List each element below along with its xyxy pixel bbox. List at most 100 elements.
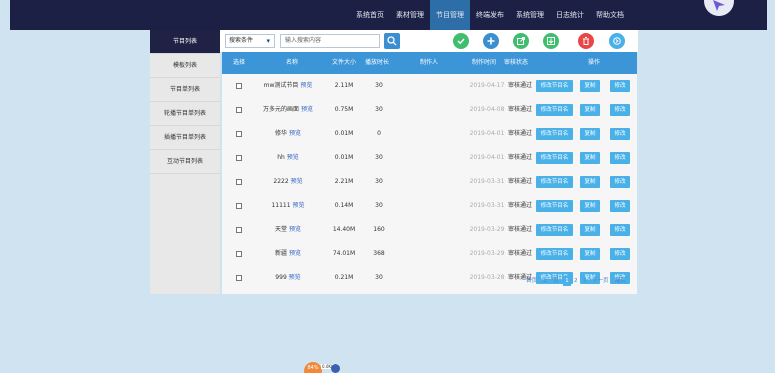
nav-programs[interactable]: 节目管理 [430,0,470,30]
nav-materials[interactable]: 素材管理 [390,0,430,30]
preview-link[interactable]: 预览 [289,130,301,137]
approve-button[interactable] [453,33,469,49]
play-duration: 30 [375,82,383,89]
review-status: 审核通过 [507,154,533,161]
preview-link[interactable]: 预览 [293,202,305,209]
modify-button[interactable]: 修改 [610,200,630,212]
pager-next[interactable]: 下一页 [592,276,609,286]
row-checkbox[interactable] [236,131,242,137]
copy-button[interactable]: 复制 [580,224,600,236]
add-icon [487,37,495,45]
table-row: 天堂 预览 14.40M 160 2019-03-29 审核通过 修改节目名 复制 修改 [222,218,637,242]
row-checkbox[interactable] [236,107,242,113]
row-checkbox[interactable] [236,251,242,257]
pager-prev[interactable]: 上一页 [542,276,559,286]
rename-program-button[interactable]: 修改节目名 [536,224,573,236]
rename-program-button[interactable]: 修改节目名 [536,248,573,260]
export-icon [517,37,525,45]
copy-button[interactable]: 复制 [580,152,600,164]
program-name: 2222 预览 [273,170,302,194]
pager-page-1[interactable]: 1 [563,276,571,286]
table-row: hh 预览 0.01M 30 2019-04-01 审核通过 修改节目名 复制 修改 [222,146,637,170]
review-status: 审核通过 [507,226,533,233]
modify-button[interactable]: 修改 [610,224,630,236]
sidebar-item-insert-playlist[interactable]: 插播节目单列表 [150,126,220,150]
modify-button[interactable]: 修改 [610,176,630,188]
nav-home[interactable]: 系统首页 [350,0,390,30]
copy-button[interactable]: 复制 [580,128,600,140]
nav-terminal-publish[interactable]: 终端发布 [470,0,510,30]
program-name-text: 新疆 [275,250,288,257]
modify-button[interactable]: 修改 [610,80,630,92]
review-status: 审核通过 [507,250,533,257]
modify-button[interactable]: 修改 [610,128,630,140]
network-monitor-widget[interactable]: 84% 0.0Kb/s [304,362,340,373]
check-icon [457,38,465,45]
row-checkbox[interactable] [236,203,242,209]
rename-program-button[interactable]: 修改节目名 [536,104,573,116]
copy-button[interactable]: 复制 [580,200,600,212]
copy-button[interactable]: 复制 [580,80,600,92]
table-header: 选择 名称 文件大小 播放时长 制作人 制作时间 审核状态 操作 [222,52,637,74]
preview-link[interactable]: 预览 [301,106,313,113]
modify-button[interactable]: 修改 [610,248,630,260]
program-name-text: 修华 [275,130,288,137]
table-row: 万多元的画面 预览 0.75M 30 2019-04-08 审核通过 修改节目名 复制 修改 [222,98,637,122]
sidebar-item-program-list[interactable]: 节目列表 [150,30,220,54]
program-table: 选择 名称 文件大小 播放时长 制作人 制作时间 审核状态 操作 mw测试节目 … [222,52,637,294]
search-button[interactable] [384,33,400,49]
preview-link[interactable]: 预览 [289,250,301,257]
program-name: 新疆 预览 [275,242,301,266]
search-condition-select[interactable]: 搜索条件 ▾ [225,34,275,48]
col-status: 审核状态 [503,59,529,66]
rename-program-button[interactable]: 修改节目名 [536,200,573,212]
import-button[interactable] [543,33,559,49]
preview-link[interactable]: 预览 [291,178,303,185]
table-row: 2222 预览 2.21M 30 2019-03-31 审核通过 修改节目名 复制 修改 [222,170,637,194]
sidebar-item-carousel-playlist[interactable]: 轮播节目单列表 [150,102,220,126]
search-input[interactable]: 输入搜索内容 [280,34,380,48]
nav-system[interactable]: 系统管理 [510,0,550,30]
copy-button[interactable]: 复制 [580,248,600,260]
sidebar-item-template-list[interactable]: 模板列表 [150,54,220,78]
modify-button[interactable]: 修改 [610,152,630,164]
file-size: 0.14M [334,202,354,209]
add-button[interactable] [483,33,499,49]
nav-help[interactable]: 帮助文档 [590,0,630,30]
row-checkbox[interactable] [236,179,242,185]
rename-program-button[interactable]: 修改节目名 [536,80,573,92]
play-duration: 30 [375,154,383,161]
pagination: 首页 上一页 1 2 3 下一页 尾页 [222,276,637,286]
review-status: 审核通过 [507,106,533,113]
copy-button[interactable]: 复制 [580,176,600,188]
pager-page-3[interactable]: 3 [583,276,587,286]
program-name: hh 预览 [277,146,299,170]
export-button[interactable] [513,33,529,49]
play-duration: 30 [375,202,383,209]
copy-button[interactable]: 复制 [580,104,600,116]
col-ops: 操作 [587,59,601,66]
created-date: 2019-03-29 [469,226,505,233]
sidebar-item-interactive-list[interactable]: 互动节目列表 [150,150,220,174]
rename-program-button[interactable]: 修改节目名 [536,176,573,188]
pager-page-2[interactable]: 2 [574,276,578,286]
row-checkbox[interactable] [236,83,242,89]
pager-first[interactable]: 首页 [526,276,537,286]
nav-logs[interactable]: 日志统计 [550,0,590,30]
user-badge[interactable] [704,0,734,16]
sidebar-item-playlist[interactable]: 节目单列表 [150,78,220,102]
program-name-text: mw测试节目 [263,82,299,89]
preview-link[interactable]: 预览 [287,154,299,161]
program-name: mw测试节目 预览 [264,74,313,98]
row-checkbox[interactable] [236,227,242,233]
row-checkbox[interactable] [236,155,242,161]
modify-button[interactable]: 修改 [610,104,630,116]
preview-link[interactable]: 预览 [300,82,312,89]
refresh-button[interactable] [609,33,625,49]
pager-last[interactable]: 尾页 [615,276,626,286]
preview-link[interactable]: 预览 [289,226,301,233]
rename-program-button[interactable]: 修改节目名 [536,128,573,140]
rename-program-button[interactable]: 修改节目名 [536,152,573,164]
file-size: 74.01M [332,250,356,257]
delete-button[interactable] [578,33,594,49]
